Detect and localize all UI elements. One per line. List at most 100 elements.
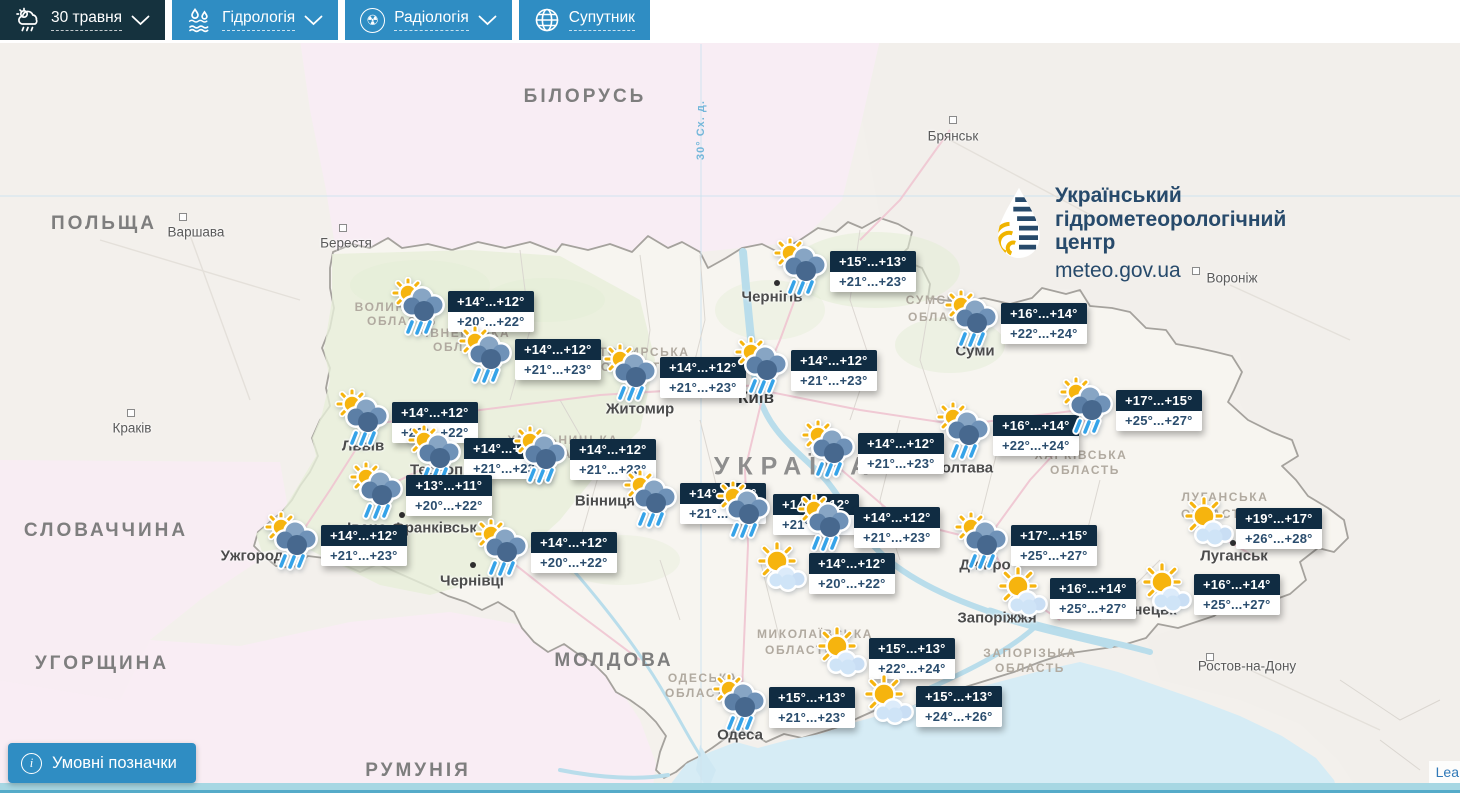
sun-rain-cloud-icon (601, 343, 663, 405)
temp-bottom: +22°...+24° (993, 436, 1079, 457)
temp-badge: +14°...+12°+21°...+23° (854, 507, 940, 548)
temp-top: +14°...+12° (392, 402, 478, 423)
weather-stations-layer: +14°...+12°+20°...+22°+14°...+12°+21°...… (0, 0, 1460, 793)
temp-badge: +16°...+14°+25°...+27° (1050, 578, 1136, 619)
tab-radiology[interactable]: ☢ Радіологія (345, 0, 512, 40)
chevron-down-icon (478, 15, 497, 26)
tab-label: Супутник (569, 9, 635, 31)
sun-rain-cloud-icon (389, 277, 451, 339)
temp-top: +17°...+15° (1011, 525, 1097, 546)
sun-cloud-icon (857, 672, 919, 734)
temp-top: +14°...+12° (515, 339, 601, 360)
temp-badge: +16°...+14°+25°...+27° (1194, 574, 1280, 615)
temp-badge: +15°...+13°+24°...+26° (916, 686, 1002, 727)
weather-map-page: { "navbar": { "tabs": [ {"id":"date","la… (0, 0, 1460, 793)
sun-rain-cloud-icon (710, 673, 772, 735)
temp-top: +16°...+14° (1001, 303, 1087, 324)
temp-badge: +17°...+15°+25°...+27° (1116, 390, 1202, 431)
temp-badge: +14°...+12°+21°...+23° (791, 350, 877, 391)
chevron-down-icon (131, 15, 150, 26)
temp-top: +14°...+12° (448, 291, 534, 312)
chevron-down-icon (304, 15, 323, 26)
sun-rain-cloud-icon (714, 480, 776, 542)
temp-top: +15°...+13° (830, 251, 916, 272)
temp-bottom: +26°...+28° (1236, 529, 1322, 550)
temp-badge: +15°...+13°+21°...+23° (769, 687, 855, 728)
temp-bottom: +20°...+22° (809, 574, 895, 595)
legend-button[interactable]: i Умовні позначки (8, 743, 196, 783)
temp-badge: +15°...+13°+21°...+23° (830, 251, 916, 292)
bottom-bar (0, 783, 1460, 793)
temp-bottom: +25°...+27° (1050, 599, 1136, 620)
sun-rain-cloud-icon (333, 388, 395, 450)
temp-bottom: +21°...+23° (791, 371, 877, 392)
sun-rain-cloud-icon (799, 419, 861, 481)
tab-date[interactable]: 30 травня (0, 0, 165, 40)
temp-badge: +14°...+12°+21°...+23° (515, 339, 601, 380)
sun-rain-cloud-icon (347, 461, 409, 523)
tab-satellite[interactable]: Супутник (519, 0, 650, 40)
tab-label: Гідрологія (222, 9, 295, 31)
temp-badge: +14°...+12°+20°...+22° (531, 532, 617, 573)
sun-cloud-icon (1135, 560, 1197, 622)
temp-bottom: +21°...+23° (321, 546, 407, 567)
temp-top: +14°...+12° (570, 439, 656, 460)
temp-top: +17°...+15° (1116, 390, 1202, 411)
temp-top: +16°...+14° (1194, 574, 1280, 595)
temp-top: +14°...+12° (809, 553, 895, 574)
temp-top: +15°...+13° (769, 687, 855, 708)
temp-badge: +17°...+15°+25°...+27° (1011, 525, 1097, 566)
temp-badge: +14°...+12°+20°...+22° (809, 553, 895, 594)
temp-top: +19°...+17° (1236, 508, 1322, 529)
sun-rain-cloud-icon (262, 511, 324, 573)
temp-top: +16°...+14° (1050, 578, 1136, 599)
temp-top: +14°...+12° (854, 507, 940, 528)
temp-badge: +14°...+12°+21°...+23° (858, 433, 944, 474)
temp-bottom: +25°...+27° (1011, 546, 1097, 567)
sun-rain-cloud-icon (771, 237, 833, 299)
radiology-icon: ☢ (360, 8, 385, 33)
sun-rain-cloud-icon (732, 336, 794, 398)
temp-top: +14°...+12° (321, 525, 407, 546)
hydrology-icon (187, 7, 213, 33)
sun-rain-cloud-icon (511, 425, 573, 487)
satellite-icon (534, 7, 560, 33)
sun-rain-cloud-icon (942, 289, 1004, 351)
temp-top: +15°...+13° (916, 686, 1002, 707)
temp-bottom: +21°...+23° (515, 360, 601, 381)
sun-rain-cloud-icon (472, 518, 534, 580)
tab-hydrology[interactable]: Гідрологія (172, 0, 338, 40)
temp-bottom: +25°...+27° (1116, 411, 1202, 432)
temp-bottom: +21°...+23° (854, 528, 940, 549)
forecast-icon (15, 7, 42, 33)
temp-bottom: +25°...+27° (1194, 595, 1280, 616)
temp-badge: +16°...+14°+22°...+24° (1001, 303, 1087, 344)
tab-label: 30 травня (51, 9, 122, 31)
sun-rain-cloud-icon (621, 469, 683, 531)
sun-cloud-icon (750, 539, 812, 601)
tab-label: Радіологія (394, 9, 469, 31)
temp-bottom: +20°...+22° (406, 496, 492, 517)
temp-bottom: +21°...+23° (858, 454, 944, 475)
sun-rain-cloud-icon (934, 401, 996, 463)
temp-badge: +14°...+12°+21°...+23° (321, 525, 407, 566)
temp-top: +14°...+12° (531, 532, 617, 553)
map-attribution-link[interactable]: Lea (1429, 761, 1460, 783)
temp-top: +14°...+12° (858, 433, 944, 454)
temp-bottom: +20°...+22° (531, 553, 617, 574)
temp-bottom: +21°...+23° (769, 708, 855, 729)
temp-badge: +13°...+11°+20°...+22° (406, 475, 492, 516)
temp-bottom: +21°...+23° (830, 272, 916, 293)
legend-button-label: Умовні позначки (52, 754, 177, 773)
sun-rain-cloud-icon (1057, 376, 1119, 438)
sun-cloud-icon (991, 564, 1053, 626)
temp-bottom: +22°...+24° (1001, 324, 1087, 345)
sun-cloud-icon (1177, 494, 1239, 556)
sun-rain-cloud-icon (456, 325, 518, 387)
temp-badge: +19°...+17°+26°...+28° (1236, 508, 1322, 549)
temp-top: +14°...+12° (791, 350, 877, 371)
top-navbar: 30 травня Гідрологія ☢ Радіологія Супутник (0, 0, 1460, 43)
temp-top: +13°...+11° (406, 475, 492, 496)
info-icon: i (21, 753, 42, 774)
temp-top: +15°...+13° (869, 638, 955, 659)
